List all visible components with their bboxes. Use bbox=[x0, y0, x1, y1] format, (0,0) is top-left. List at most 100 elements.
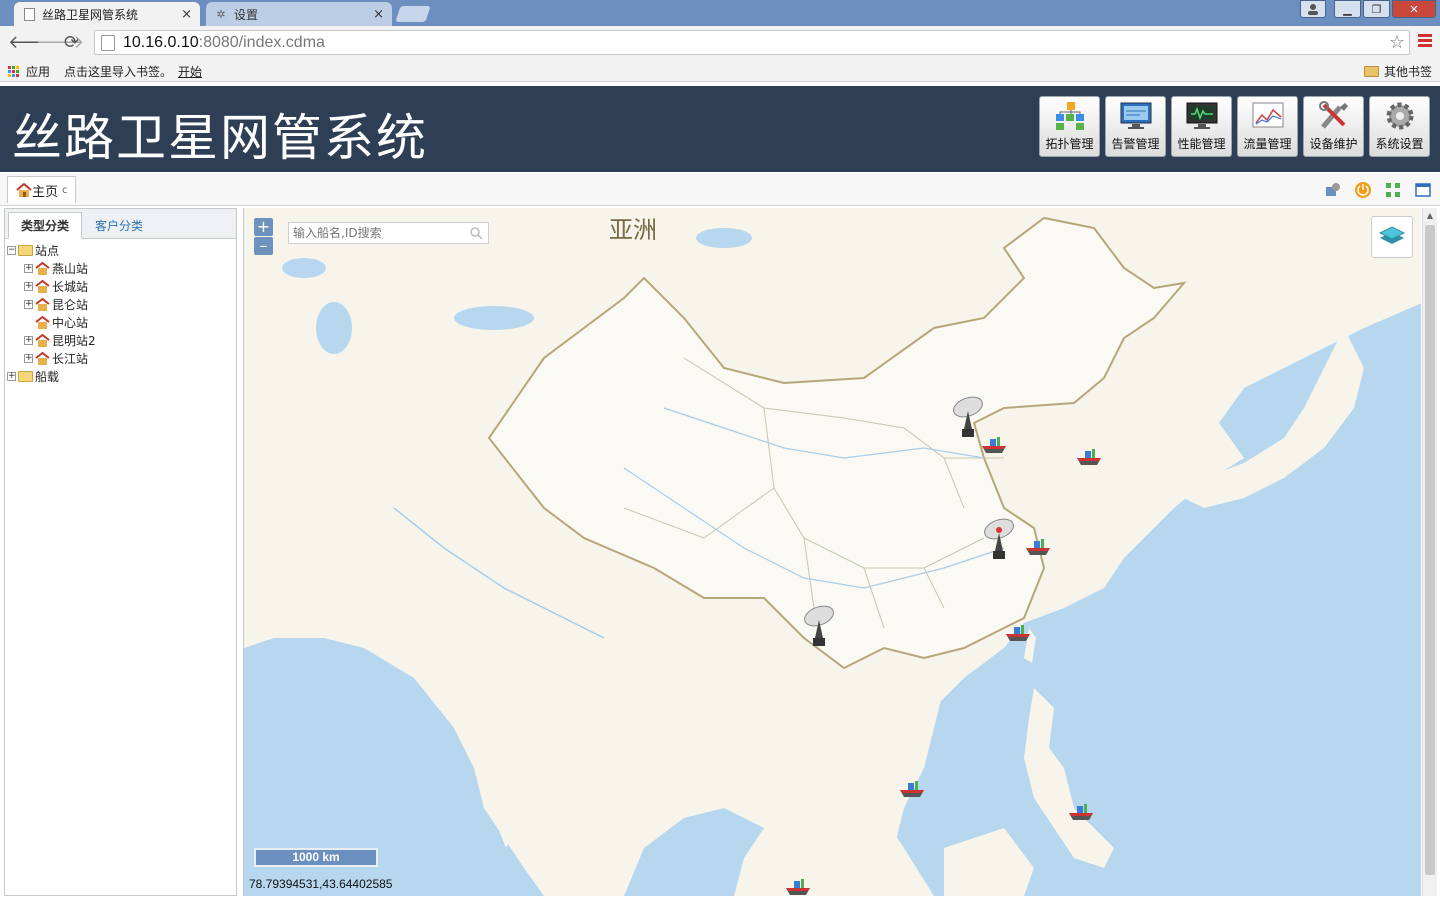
ship-marker[interactable] bbox=[1075, 446, 1103, 466]
folder-open-icon bbox=[18, 244, 33, 256]
tree-node-station[interactable]: + 长城站 bbox=[7, 277, 234, 295]
apps-grid-icon bbox=[8, 65, 20, 78]
performance-monitor-icon bbox=[1185, 101, 1219, 131]
collapse-icon[interactable]: − bbox=[7, 245, 16, 255]
switch-user-icon[interactable] bbox=[1322, 179, 1344, 201]
expand-icon[interactable]: + bbox=[24, 281, 33, 291]
expand-icon[interactable]: + bbox=[24, 299, 33, 309]
station-house-icon bbox=[35, 315, 50, 329]
home-tab[interactable]: 主页 c bbox=[7, 176, 76, 203]
expand-icon[interactable]: + bbox=[7, 371, 16, 381]
home-icon bbox=[16, 183, 32, 197]
zoom-out-button[interactable]: – bbox=[254, 237, 273, 255]
map-view[interactable]: + – 亚洲 1000 km 78.79394531,43.64402585 bbox=[243, 208, 1421, 896]
tree-node-station[interactable]: 中心站 bbox=[7, 313, 234, 331]
folder-icon bbox=[18, 370, 33, 382]
tree-node-station[interactable]: + 昆明站2 bbox=[7, 331, 234, 349]
gear-icon bbox=[1383, 101, 1417, 131]
alarm-monitor-icon bbox=[1119, 101, 1153, 131]
ship-search bbox=[288, 222, 489, 244]
station-tree: − 站点 + 燕山站 + 长城站 + 昆仑站 中心站 + 昆明站2 + 长江站 … bbox=[5, 239, 236, 387]
ship-marker[interactable] bbox=[1004, 622, 1032, 642]
module-traffic-button[interactable]: 流量管理 bbox=[1237, 96, 1298, 157]
module-performance-button[interactable]: 性能管理 bbox=[1171, 96, 1232, 157]
ship-marker[interactable] bbox=[1067, 801, 1095, 821]
page-scrollbar[interactable]: ▲ bbox=[1422, 208, 1437, 896]
expand-icon[interactable]: + bbox=[24, 335, 33, 345]
scale-bar: 1000 km bbox=[254, 848, 378, 867]
topology-icon bbox=[1053, 101, 1087, 131]
close-tab-icon[interactable]: × bbox=[181, 7, 192, 22]
browser-tab-active[interactable]: 丝路卫星网管系统 × bbox=[14, 2, 200, 26]
module-toolbar: 拓扑管理 告警管理 性能管理 流量管理 设备维护 系统设置 bbox=[1034, 96, 1430, 157]
fullscreen-icon[interactable] bbox=[1382, 179, 1404, 201]
import-bookmarks-link[interactable]: 点击这里导入书签。 bbox=[64, 63, 172, 80]
station-house-icon bbox=[35, 351, 50, 365]
close-window-button[interactable]: ✕ bbox=[1392, 0, 1436, 18]
window-icon[interactable] bbox=[1412, 179, 1434, 201]
bookmark-star-icon[interactable]: ☆ bbox=[1389, 32, 1405, 53]
module-settings-button[interactable]: 系统设置 bbox=[1369, 96, 1430, 157]
tree-node-station[interactable]: + 昆仑站 bbox=[7, 295, 234, 313]
ship-search-input[interactable] bbox=[293, 226, 469, 240]
map-basemap bbox=[244, 208, 1421, 896]
tree-node-station[interactable]: + 燕山站 bbox=[7, 259, 234, 277]
app-title: 丝路卫星网管系统 bbox=[12, 109, 428, 167]
search-icon[interactable] bbox=[469, 226, 483, 240]
address-bar[interactable]: 10.16.0.10:8080/index.cdma ☆ bbox=[94, 30, 1410, 55]
tree-node-shipborne[interactable]: + 船载 bbox=[7, 367, 234, 385]
tab-title: 设置 bbox=[234, 7, 259, 22]
expand-icon[interactable]: + bbox=[24, 263, 33, 273]
satellite-dish-marker[interactable] bbox=[981, 515, 1017, 561]
power-icon[interactable] bbox=[1352, 179, 1374, 201]
module-topology-button[interactable]: 拓扑管理 bbox=[1039, 96, 1100, 157]
bookmarks-bar: 应用 点击这里导入书签。 开始 其他书签 bbox=[0, 59, 1440, 82]
tree-node-stations[interactable]: − 站点 bbox=[7, 241, 234, 259]
user-profile-icon[interactable] bbox=[1300, 0, 1326, 18]
ship-marker[interactable] bbox=[784, 876, 812, 896]
station-house-icon bbox=[35, 261, 50, 275]
tree-node-station[interactable]: + 长江站 bbox=[7, 349, 234, 367]
scroll-up-arrow-icon[interactable]: ▲ bbox=[1423, 208, 1437, 223]
traffic-chart-icon bbox=[1251, 101, 1285, 131]
ship-marker[interactable] bbox=[980, 434, 1008, 454]
layers-switcher[interactable] bbox=[1371, 216, 1413, 258]
satellite-dish-marker[interactable] bbox=[950, 393, 986, 439]
tools-icon bbox=[1317, 101, 1351, 131]
url-text[interactable]: 10.16.0.10:8080/index.cdma bbox=[123, 34, 325, 52]
expand-icon[interactable]: + bbox=[24, 353, 33, 363]
reload-icon[interactable]: ⟳ bbox=[64, 32, 79, 53]
refresh-tab-icon[interactable]: c bbox=[62, 185, 68, 196]
browser-titlebar: 丝路卫星网管系统 × ✲ 设置 × ▁ ❐ ✕ bbox=[0, 0, 1440, 26]
cursor-coordinates: 78.79394531,43.64402585 bbox=[249, 877, 393, 891]
station-house-icon bbox=[35, 333, 50, 347]
station-house-icon bbox=[35, 297, 50, 311]
folder-icon bbox=[1364, 66, 1379, 77]
browser-navbar: 🡐 🡒 ⟳ 10.16.0.10:8080/index.cdma ☆ bbox=[0, 26, 1440, 59]
new-tab-button[interactable] bbox=[395, 6, 431, 22]
tab-customer-category[interactable]: 客户分类 bbox=[83, 212, 155, 239]
app-header: 丝路卫星网管系统 拓扑管理 告警管理 性能管理 流量管理 设备维护 系统设置 bbox=[0, 86, 1440, 172]
page-icon bbox=[101, 34, 115, 51]
layers-icon bbox=[1378, 226, 1406, 244]
content-tabbar: 主页 c bbox=[0, 173, 1440, 206]
satellite-dish-marker[interactable] bbox=[801, 602, 837, 648]
browser-menu-icon[interactable] bbox=[1418, 34, 1432, 50]
apps-shortcut[interactable]: 应用 bbox=[8, 63, 50, 80]
region-label: 亚洲 bbox=[609, 216, 657, 244]
zoom-in-button[interactable]: + bbox=[254, 218, 273, 236]
browser-tab-settings[interactable]: ✲ 设置 × bbox=[206, 2, 392, 26]
module-alarm-button[interactable]: 告警管理 bbox=[1105, 96, 1166, 157]
maximize-button[interactable]: ❐ bbox=[1363, 0, 1390, 18]
tab-type-category[interactable]: 类型分类 bbox=[8, 212, 83, 239]
start-link[interactable]: 开始 bbox=[178, 63, 202, 80]
scroll-thumb[interactable] bbox=[1425, 225, 1435, 875]
module-maintenance-button[interactable]: 设备维护 bbox=[1303, 96, 1364, 157]
home-tab-label: 主页 bbox=[32, 184, 59, 200]
ship-marker[interactable] bbox=[1024, 536, 1052, 556]
other-bookmarks[interactable]: 其他书签 bbox=[1364, 63, 1432, 80]
minimize-button[interactable]: ▁ bbox=[1334, 0, 1361, 18]
ship-marker[interactable] bbox=[898, 778, 926, 798]
close-tab-icon[interactable]: × bbox=[373, 7, 384, 22]
page-icon bbox=[22, 7, 36, 21]
